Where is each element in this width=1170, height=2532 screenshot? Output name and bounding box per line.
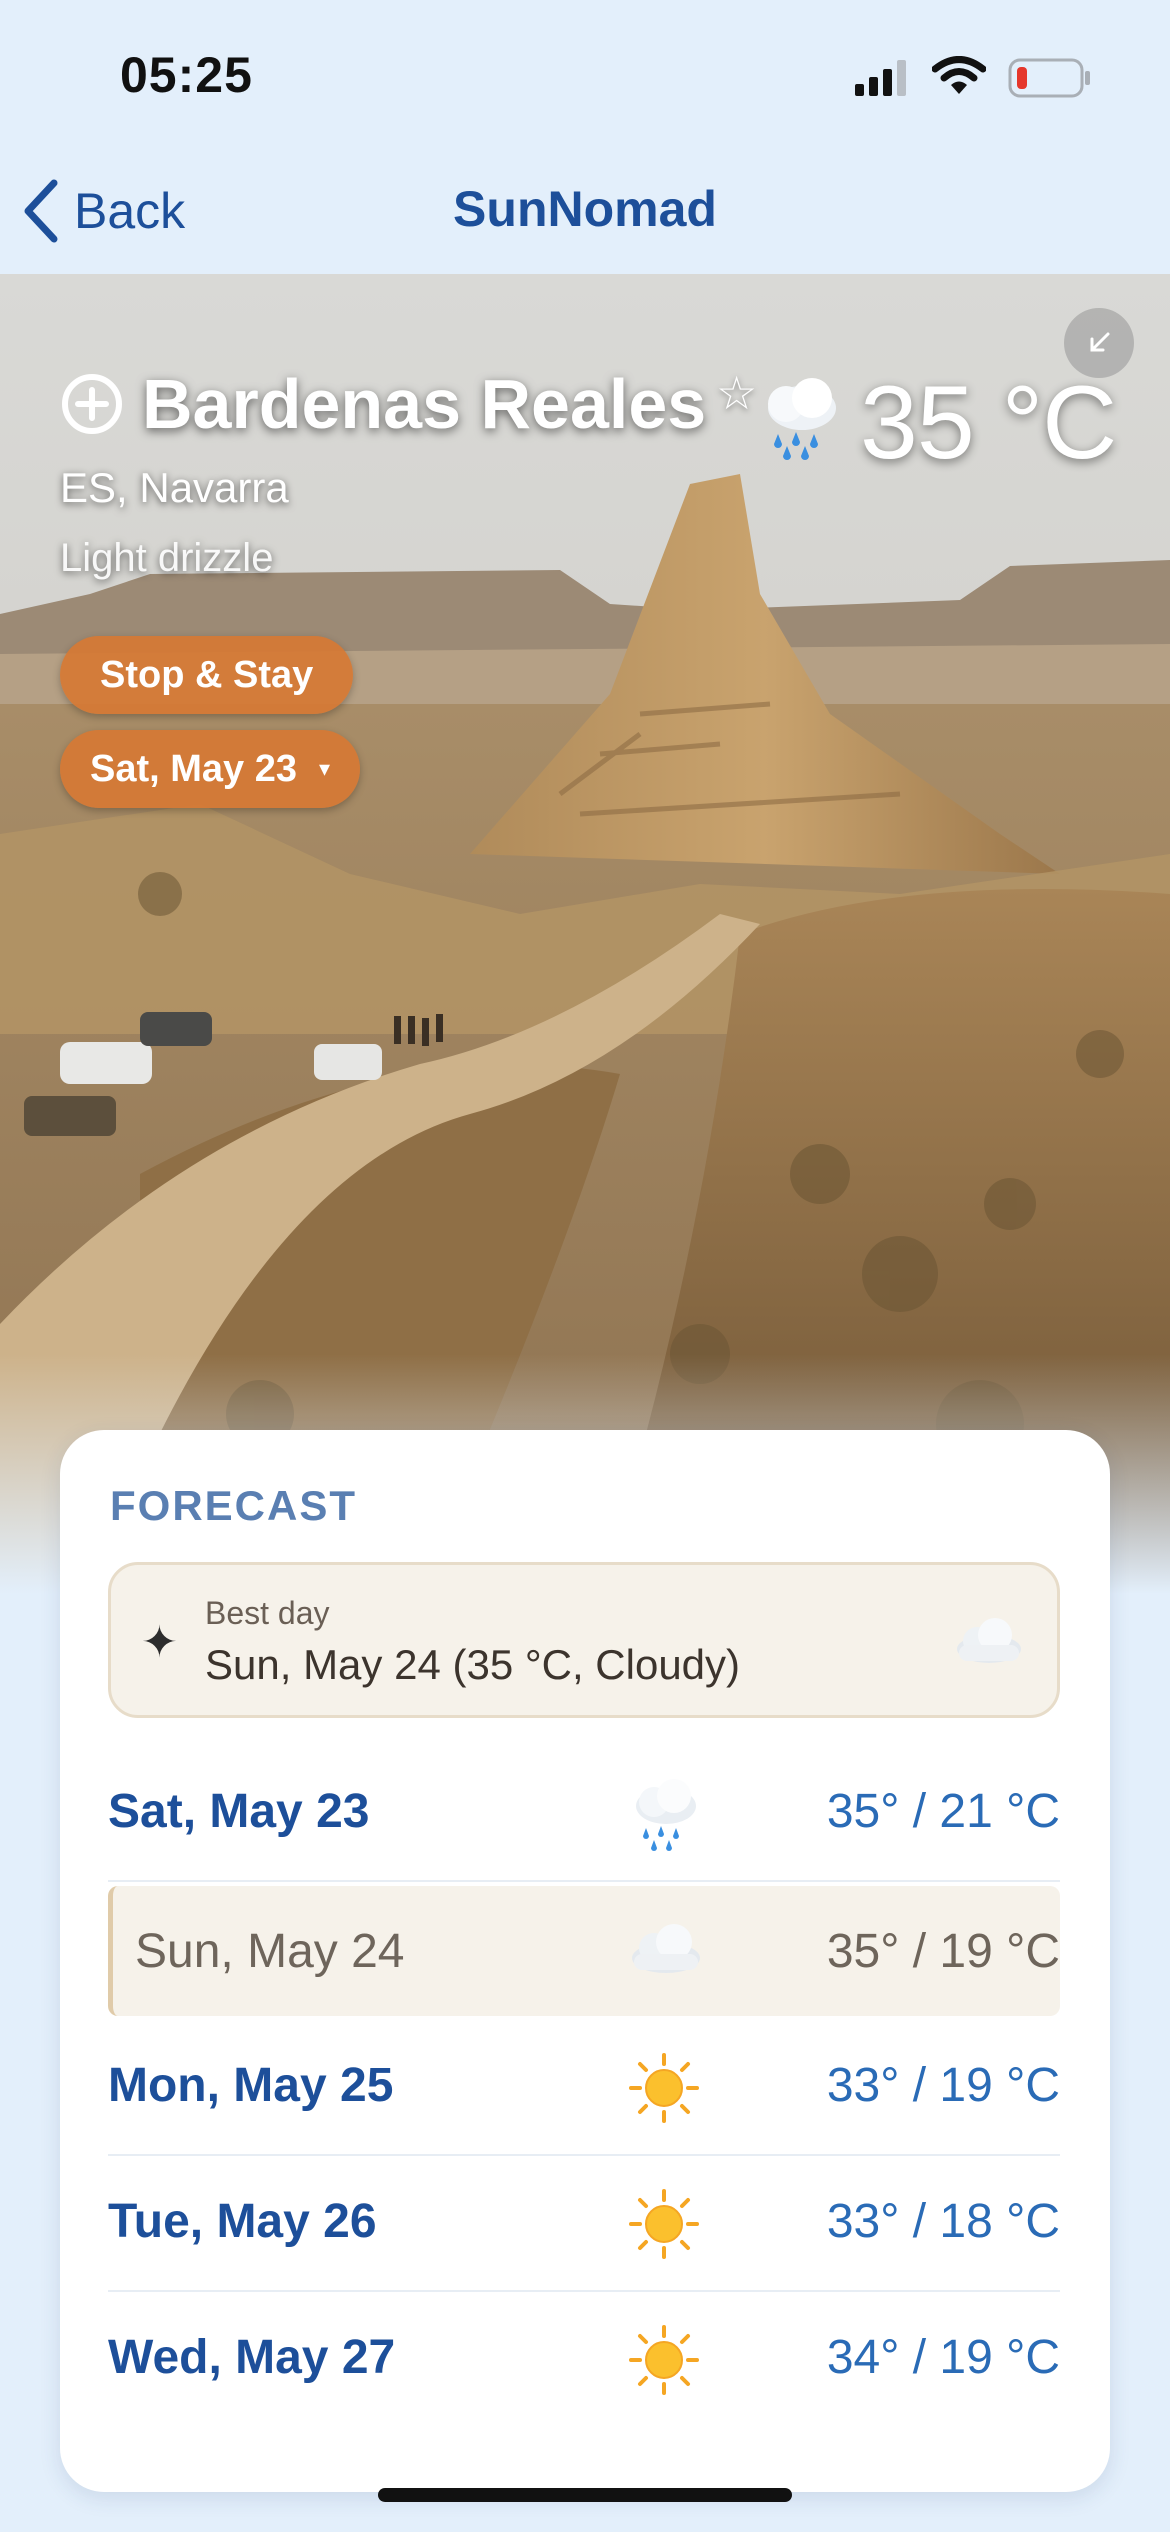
forecast-temp: 35° / 21 °C bbox=[826, 1785, 1060, 1838]
date-picker-button[interactable]: Sat, May 23 ▾ bbox=[60, 730, 361, 808]
app-title: SunNomad bbox=[453, 181, 717, 237]
cellular-signal-icon bbox=[855, 60, 906, 96]
stop-and-stay-label: Stop & Stay bbox=[100, 653, 314, 696]
forecast-row[interactable]: Tue, May 26 33° / 18 °C bbox=[108, 2156, 1060, 2292]
cloud-icon bbox=[632, 1924, 700, 1973]
battery-low-icon bbox=[1008, 58, 1090, 98]
wifi-icon bbox=[932, 56, 986, 94]
add-location-icon[interactable] bbox=[60, 372, 124, 436]
home-indicator[interactable] bbox=[378, 2488, 792, 2502]
forecast-day: Wed, May 27 bbox=[108, 2331, 396, 2384]
selected-date-label: Sat, May 23 bbox=[90, 747, 297, 790]
forecast-temp: 33° / 19 °C bbox=[826, 2059, 1060, 2112]
favorite-star-icon[interactable]: ☆ bbox=[716, 366, 757, 420]
forecast-card: FORECAST ✦ Best day Sun, May 24 (35 °C, … bbox=[60, 1430, 1110, 2492]
app-screen: 05:25 Back SunNomad Bardenas Reales ☆ 35… bbox=[0, 0, 1170, 2532]
chevron-down-icon: ▾ bbox=[319, 756, 331, 781]
forecast-row-selected[interactable]: Sun, May 24 35° / 19 °C bbox=[108, 1886, 1060, 2016]
sun-icon bbox=[629, 2189, 699, 2259]
sun-icon bbox=[629, 2325, 699, 2395]
location-region: ES, Navarra bbox=[60, 464, 289, 511]
forecast-row[interactable]: Wed, May 27 34° / 19 °C bbox=[108, 2292, 1060, 2426]
arrow-down-left-icon bbox=[1090, 332, 1110, 352]
forecast-row[interactable]: Sat, May 23 35° / 21 °C bbox=[108, 1746, 1060, 1882]
forecast-day: Sat, May 23 bbox=[108, 1785, 370, 1838]
cloud-icon bbox=[957, 1618, 1021, 1663]
location-hero: Bardenas Reales ☆ 35 °C ES, Navarra Ligh… bbox=[0, 274, 1170, 1594]
location-title-row: Bardenas Reales bbox=[60, 364, 706, 444]
best-day-label: Best day bbox=[205, 1595, 330, 1631]
forecast-heading: FORECAST bbox=[110, 1482, 357, 1529]
forecast-temp: 35° / 19 °C bbox=[826, 1925, 1060, 1978]
sparkle-icon: ✦ bbox=[141, 1618, 178, 1667]
navigation-bar: Back SunNomad bbox=[0, 150, 1170, 274]
best-day-value: Sun, May 24 (35 °C, Cloudy) bbox=[205, 1641, 741, 1688]
forecast-day: Mon, May 25 bbox=[108, 2059, 394, 2112]
location-name: Bardenas Reales bbox=[142, 365, 707, 443]
forecast-temp: 34° / 19 °C bbox=[826, 2331, 1060, 2384]
forecast-row[interactable]: Mon, May 25 33° / 19 °C bbox=[108, 2020, 1060, 2156]
best-day-banner[interactable]: ✦ Best day Sun, May 24 (35 °C, Cloudy) bbox=[108, 1562, 1060, 1718]
forecast-day: Sun, May 24 bbox=[135, 1925, 405, 1978]
status-time: 05:25 bbox=[120, 47, 253, 103]
forecast-temp: 33° / 18 °C bbox=[826, 2195, 1060, 2248]
current-temperature: 35 °C bbox=[860, 365, 1117, 481]
rain-cloud-icon bbox=[768, 378, 836, 460]
stop-and-stay-button[interactable]: Stop & Stay bbox=[60, 636, 354, 714]
rain-cloud-icon bbox=[636, 1779, 696, 1851]
weather-condition: Light drizzle bbox=[60, 536, 274, 580]
status-bar: 05:25 bbox=[0, 0, 1170, 150]
sun-icon bbox=[629, 2053, 699, 2123]
forecast-day: Tue, May 26 bbox=[108, 2195, 377, 2248]
forecast-list: Sat, May 23 35° / 21 °C Sun, May 24 35° … bbox=[108, 1746, 1060, 2426]
